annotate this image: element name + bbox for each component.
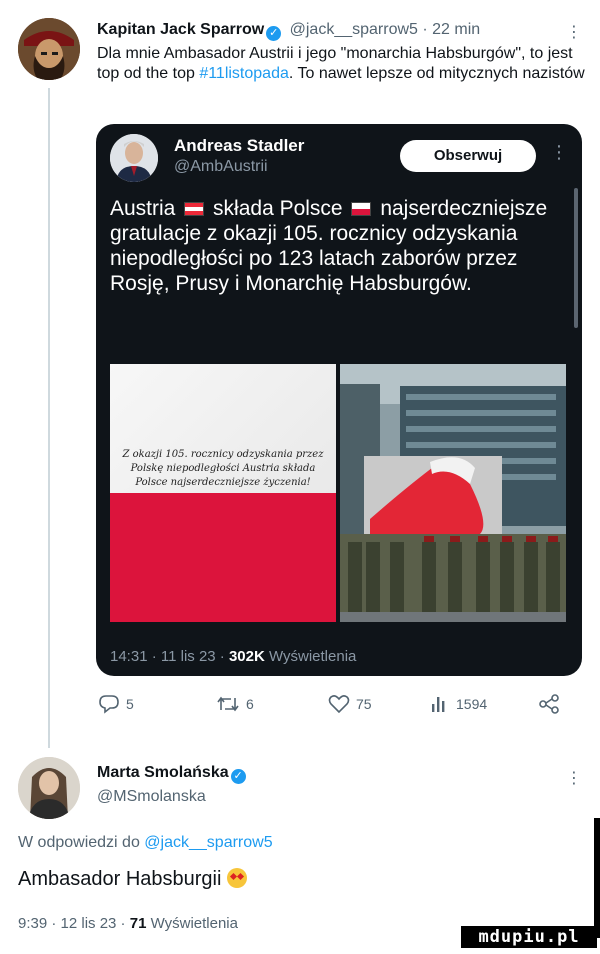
- share-action[interactable]: [538, 694, 560, 714]
- quoted-author-name[interactable]: Andreas Stadler: [174, 136, 304, 156]
- quoted-tweet-card[interactable]: Andreas Stadler @AmbAustrii Obserwuj ⋮ A…: [96, 124, 582, 676]
- reply-meta: 9:39 · 12 lis 23 · 71 Wyświetlenia: [18, 915, 238, 932]
- tweet-text-after: . To nawet lepsze od mitycznych nazistów: [288, 65, 585, 82]
- like-count: 75: [356, 696, 372, 712]
- greeting-card-text: Z okazji 105. rocznicy odzyskania przez …: [122, 449, 324, 488]
- quoted-stats: 14:31 · 11 lis 23 · 302K Wyświetlenia: [110, 648, 356, 665]
- tweet-text: Dla mnie Ambasador Austrii i jego "monar…: [97, 44, 587, 84]
- share-icon: [539, 694, 559, 714]
- verified-badge-icon: ✓: [266, 26, 282, 41]
- poland-flag-icon: [351, 202, 372, 216]
- like-action[interactable]: 75: [328, 694, 372, 714]
- views-count: 1594: [456, 696, 488, 712]
- reply-to-handle[interactable]: @jack__sparrow5: [144, 834, 272, 851]
- thread-line: [48, 88, 50, 748]
- retweet-action[interactable]: 6: [216, 694, 254, 714]
- reply-author: Marta Smolańska ✓: [97, 764, 250, 784]
- retweet-icon: [217, 696, 239, 712]
- reply-views-count: 71: [129, 915, 147, 932]
- star-struck-emoji-icon: [227, 868, 247, 888]
- reply-count: 5: [126, 696, 134, 712]
- views-chart-icon: [432, 697, 445, 712]
- reply-icon: [99, 695, 119, 714]
- quoted-text-part2: składa Polsce: [213, 197, 343, 220]
- reply-avatar[interactable]: [18, 757, 80, 819]
- avatar[interactable]: [18, 18, 80, 80]
- quoted-tweet-text: Austria składa Polsce najserdeczniejsze …: [110, 196, 560, 296]
- reply-more-options-icon[interactable]: ⋮: [566, 768, 582, 788]
- follow-button[interactable]: Obserwuj: [400, 140, 536, 172]
- hashtag-link[interactable]: #11listopada: [199, 65, 289, 82]
- reply-action[interactable]: 5: [98, 694, 134, 714]
- reply-author-name[interactable]: Marta Smolańska: [97, 764, 229, 781]
- reply-text: Ambasador Habsburgii: [18, 868, 247, 891]
- quoted-views-label: Wyświetlenia: [264, 648, 357, 665]
- quoted-more-options-icon[interactable]: ⋮: [550, 142, 568, 163]
- soldiers-photo[interactable]: [340, 364, 566, 622]
- author-handle[interactable]: @jack__sparrow5: [290, 21, 418, 38]
- reply-views-label: Wyświetlenia: [146, 915, 238, 932]
- quoted-views-count: 302K: [228, 648, 265, 665]
- austria-flag-icon: [184, 202, 205, 216]
- quoted-author-handle[interactable]: @AmbAustrii: [174, 158, 268, 176]
- tweet-header: Kapitan Jack Sparrow ✓ @jack__sparrow5 · …: [97, 20, 480, 41]
- quoted-time[interactable]: 14:31 · 11 lis 23 ·: [110, 648, 229, 665]
- replying-to: W odpowiedzi do @jack__sparrow5: [18, 834, 273, 852]
- greeting-card-image[interactable]: Z okazji 105. rocznicy odzyskania przez …: [110, 364, 336, 622]
- tweet-time[interactable]: · 22 min: [422, 21, 480, 38]
- reply-author-handle[interactable]: @MSmolanska: [97, 788, 206, 806]
- more-options-icon[interactable]: ⋮: [566, 22, 582, 42]
- retweet-count: 6: [246, 696, 254, 712]
- watermark-logo: mdupiu.pl: [461, 926, 597, 948]
- reply-time[interactable]: 9:39 · 12 lis 23 ·: [18, 915, 130, 932]
- views-action[interactable]: 1594: [430, 694, 487, 714]
- reply-text-content: Ambasador Habsburgii: [18, 868, 222, 890]
- verified-badge-icon: ✓: [230, 769, 246, 784]
- author-name[interactable]: Kapitan Jack Sparrow: [97, 21, 264, 38]
- quoted-text-part1: Austria: [110, 197, 176, 220]
- scrollbar-edge: [594, 818, 600, 938]
- scrollbar[interactable]: [574, 188, 578, 328]
- reply-prefix: W odpowiedzi do: [18, 834, 145, 851]
- heart-icon: [328, 695, 350, 714]
- quoted-avatar[interactable]: [110, 134, 158, 182]
